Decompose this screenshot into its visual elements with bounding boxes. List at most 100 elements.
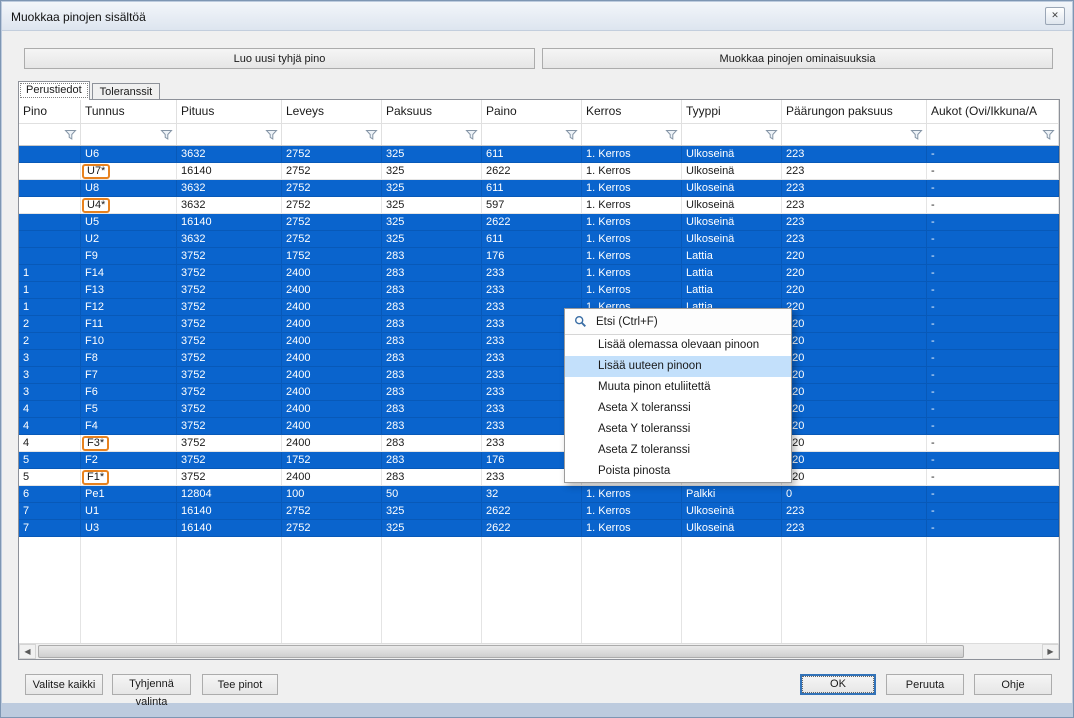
menu-item-aseta-z-toleranssi[interactable]: Aseta Z toleranssi [565, 440, 791, 461]
menu-item-poista-pinosta[interactable]: Poista pinosta [565, 461, 791, 482]
cell-p-rungon-paksuus: 223 [782, 197, 927, 214]
grid-row-f3[interactable]: 4F3*375224002832331. KerrosLattia220- [19, 435, 1059, 452]
scrollbar-thumb[interactable] [38, 645, 964, 658]
scroll-left-button[interactable]: ◀ [19, 644, 36, 659]
filter-funnel-icon[interactable] [665, 129, 678, 141]
column-header-tunnus[interactable]: Tunnus [81, 100, 177, 123]
cell-aukot-ovi-ikkuna-a: - [927, 350, 1059, 367]
edit-stack-properties-button[interactable]: Muokkaa pinojen ominaisuuksia [542, 48, 1053, 69]
cell-kerros: 1. Kerros [582, 248, 682, 265]
grid-row-f5[interactable]: 4F5375224002832331. KerrosLattia220- [19, 401, 1059, 418]
grid-row-u8[interactable]: U8363227523256111. KerrosUlkoseinä223- [19, 180, 1059, 197]
grid-row-f10[interactable]: 2F10375224002832331. KerrosLattia220- [19, 333, 1059, 350]
column-header-pituus[interactable]: Pituus [177, 100, 282, 123]
grid-row-f1[interactable]: 5F1*375224002832331. KerrosLattia220- [19, 469, 1059, 486]
filter-cell-pino [19, 124, 81, 145]
cell-pituus: 3752 [177, 316, 282, 333]
grid-row-pe1[interactable]: 6Pe11280410050321. KerrosPalkki0- [19, 486, 1059, 503]
select-all-button[interactable]: Valitse kaikki [25, 674, 103, 695]
filter-cell-pituus [177, 124, 282, 145]
scroll-left-icon: ◀ [24, 647, 30, 656]
close-button[interactable]: ✕ [1045, 7, 1065, 25]
cell-paksuus: 325 [382, 163, 482, 180]
cell-pino: 3 [19, 384, 81, 401]
create-empty-stack-button[interactable]: Luo uusi tyhjä pino [24, 48, 535, 69]
cell-paino: 2622 [482, 520, 582, 537]
column-header-paksuus[interactable]: Paksuus [382, 100, 482, 123]
filter-funnel-icon[interactable] [160, 129, 173, 141]
cell-aukot-ovi-ikkuna-a: - [927, 503, 1059, 520]
help-button[interactable]: Ohje [974, 674, 1052, 695]
filter-funnel-icon[interactable] [765, 129, 778, 141]
cell-tunnus: F8 [81, 350, 177, 367]
grid-row-f6[interactable]: 3F6375224002832331. KerrosLattia220- [19, 384, 1059, 401]
cell-tunnus: F10 [81, 333, 177, 350]
grid-row-u7[interactable]: U7*16140275232526221. KerrosUlkoseinä223… [19, 163, 1059, 180]
cell-kerros: 1. Kerros [582, 180, 682, 197]
filter-cell-paino [482, 124, 582, 145]
filter-funnel-icon[interactable] [465, 129, 478, 141]
title-bar[interactable]: Muokkaa pinojen sisältöä ✕ [2, 2, 1072, 31]
tab-perustiedot[interactable]: Perustiedot [18, 81, 90, 100]
grid-row-f8[interactable]: 3F8375224002832331. KerrosLattia220- [19, 350, 1059, 367]
cell-tunnus: Pe1 [81, 486, 177, 503]
column-header-aukot-ovi-ikkuna-a[interactable]: Aukot (Ovi/Ikkuna/A [927, 100, 1059, 123]
column-header-p-rungon-paksuus[interactable]: Päärungon paksuus [782, 100, 927, 123]
menu-item-muuta-pinon-etuliitett[interactable]: Muuta pinon etuliitettä [565, 377, 791, 398]
grid-row-u5[interactable]: U516140275232526221. KerrosUlkoseinä223- [19, 214, 1059, 231]
cell-paksuus: 325 [382, 231, 482, 248]
filter-funnel-icon[interactable] [565, 129, 578, 141]
grid-row-f14[interactable]: 1F14375224002832331. KerrosLattia220- [19, 265, 1059, 282]
menu-item-aseta-y-toleranssi[interactable]: Aseta Y toleranssi [565, 419, 791, 440]
filter-funnel-icon[interactable] [64, 129, 77, 141]
cell-p-rungon-paksuus: 220 [782, 350, 927, 367]
cell-p-rungon-paksuus: 220 [782, 384, 927, 401]
scrollbar-track[interactable] [36, 644, 1042, 659]
cell-leveys: 2400 [282, 384, 382, 401]
cell-paksuus: 325 [382, 503, 482, 520]
grid-row-u2[interactable]: U2363227523256111. KerrosUlkoseinä223- [19, 231, 1059, 248]
cell-pituus: 3752 [177, 265, 282, 282]
stack-grid: PinoTunnusPituusLeveysPaksuusPainoKerros… [18, 99, 1060, 660]
menu-item-aseta-x-toleranssi[interactable]: Aseta X toleranssi [565, 398, 791, 419]
tab-toleranssit[interactable]: Toleranssit [92, 83, 161, 100]
cell-leveys: 2400 [282, 350, 382, 367]
grid-row-f7[interactable]: 3F7375224002832331. KerrosLattia220- [19, 367, 1059, 384]
cancel-button[interactable]: Peruuta [886, 674, 964, 695]
make-stacks-button[interactable]: Tee pinot [202, 674, 278, 695]
scroll-right-button[interactable]: ▶ [1042, 644, 1059, 659]
grid-row-u1[interactable]: 7U116140275232526221. KerrosUlkoseinä223… [19, 503, 1059, 520]
grid-row-f9[interactable]: F9375217522831761. KerrosLattia220- [19, 248, 1059, 265]
cell-p-rungon-paksuus: 220 [782, 401, 927, 418]
grid-row-f13[interactable]: 1F13375224002832331. KerrosLattia220- [19, 282, 1059, 299]
cell-aukot-ovi-ikkuna-a: - [927, 418, 1059, 435]
menu-item-lis-uuteen-pinoon[interactable]: Lisää uuteen pinoon [565, 356, 791, 377]
horizontal-scrollbar[interactable]: ◀ ▶ [19, 643, 1059, 659]
grid-row-u4[interactable]: U4*363227523255971. KerrosUlkoseinä223- [19, 197, 1059, 214]
grid-row-f2[interactable]: 5F2375217522831761. KerrosLattia220- [19, 452, 1059, 469]
menu-search-item[interactable]: Etsi (Ctrl+F) [565, 309, 791, 335]
column-header-kerros[interactable]: Kerros [582, 100, 682, 123]
column-header-tyyppi[interactable]: Tyyppi [682, 100, 782, 123]
filter-funnel-icon[interactable] [910, 129, 923, 141]
column-header-leveys[interactable]: Leveys [282, 100, 382, 123]
grid-row-u6[interactable]: U6363227523256111. KerrosUlkoseinä223- [19, 146, 1059, 163]
column-header-pino[interactable]: Pino [19, 100, 81, 123]
menu-item-list: Lisää olemassa olevaan pinoonLisää uutee… [565, 335, 791, 482]
grid-row-u3[interactable]: 7U316140275232526221. KerrosUlkoseinä223… [19, 520, 1059, 537]
column-header-paino[interactable]: Paino [482, 100, 582, 123]
menu-item-lis-olemassa-olevaan-pinoon[interactable]: Lisää olemassa olevaan pinoon [565, 335, 791, 356]
grid-row-f12[interactable]: 1F12375224002832331. KerrosLattia220- [19, 299, 1059, 316]
grid-row-f4[interactable]: 4F4375224002832331. KerrosLattia220- [19, 418, 1059, 435]
cell-tunnus: U5 [81, 214, 177, 231]
cell-leveys: 2752 [282, 231, 382, 248]
filter-funnel-icon[interactable] [365, 129, 378, 141]
cell-leveys: 2752 [282, 146, 382, 163]
clear-selection-button[interactable]: Tyhjennä valinta [112, 674, 191, 695]
ok-button[interactable]: OK [800, 674, 876, 695]
filter-funnel-icon[interactable] [265, 129, 278, 141]
cell-tunnus: U3 [81, 520, 177, 537]
grid-row-f11[interactable]: 2F11375224002832331. KerrosLattia220- [19, 316, 1059, 333]
cell-p-rungon-paksuus: 220 [782, 469, 927, 486]
filter-funnel-icon[interactable] [1042, 129, 1055, 141]
